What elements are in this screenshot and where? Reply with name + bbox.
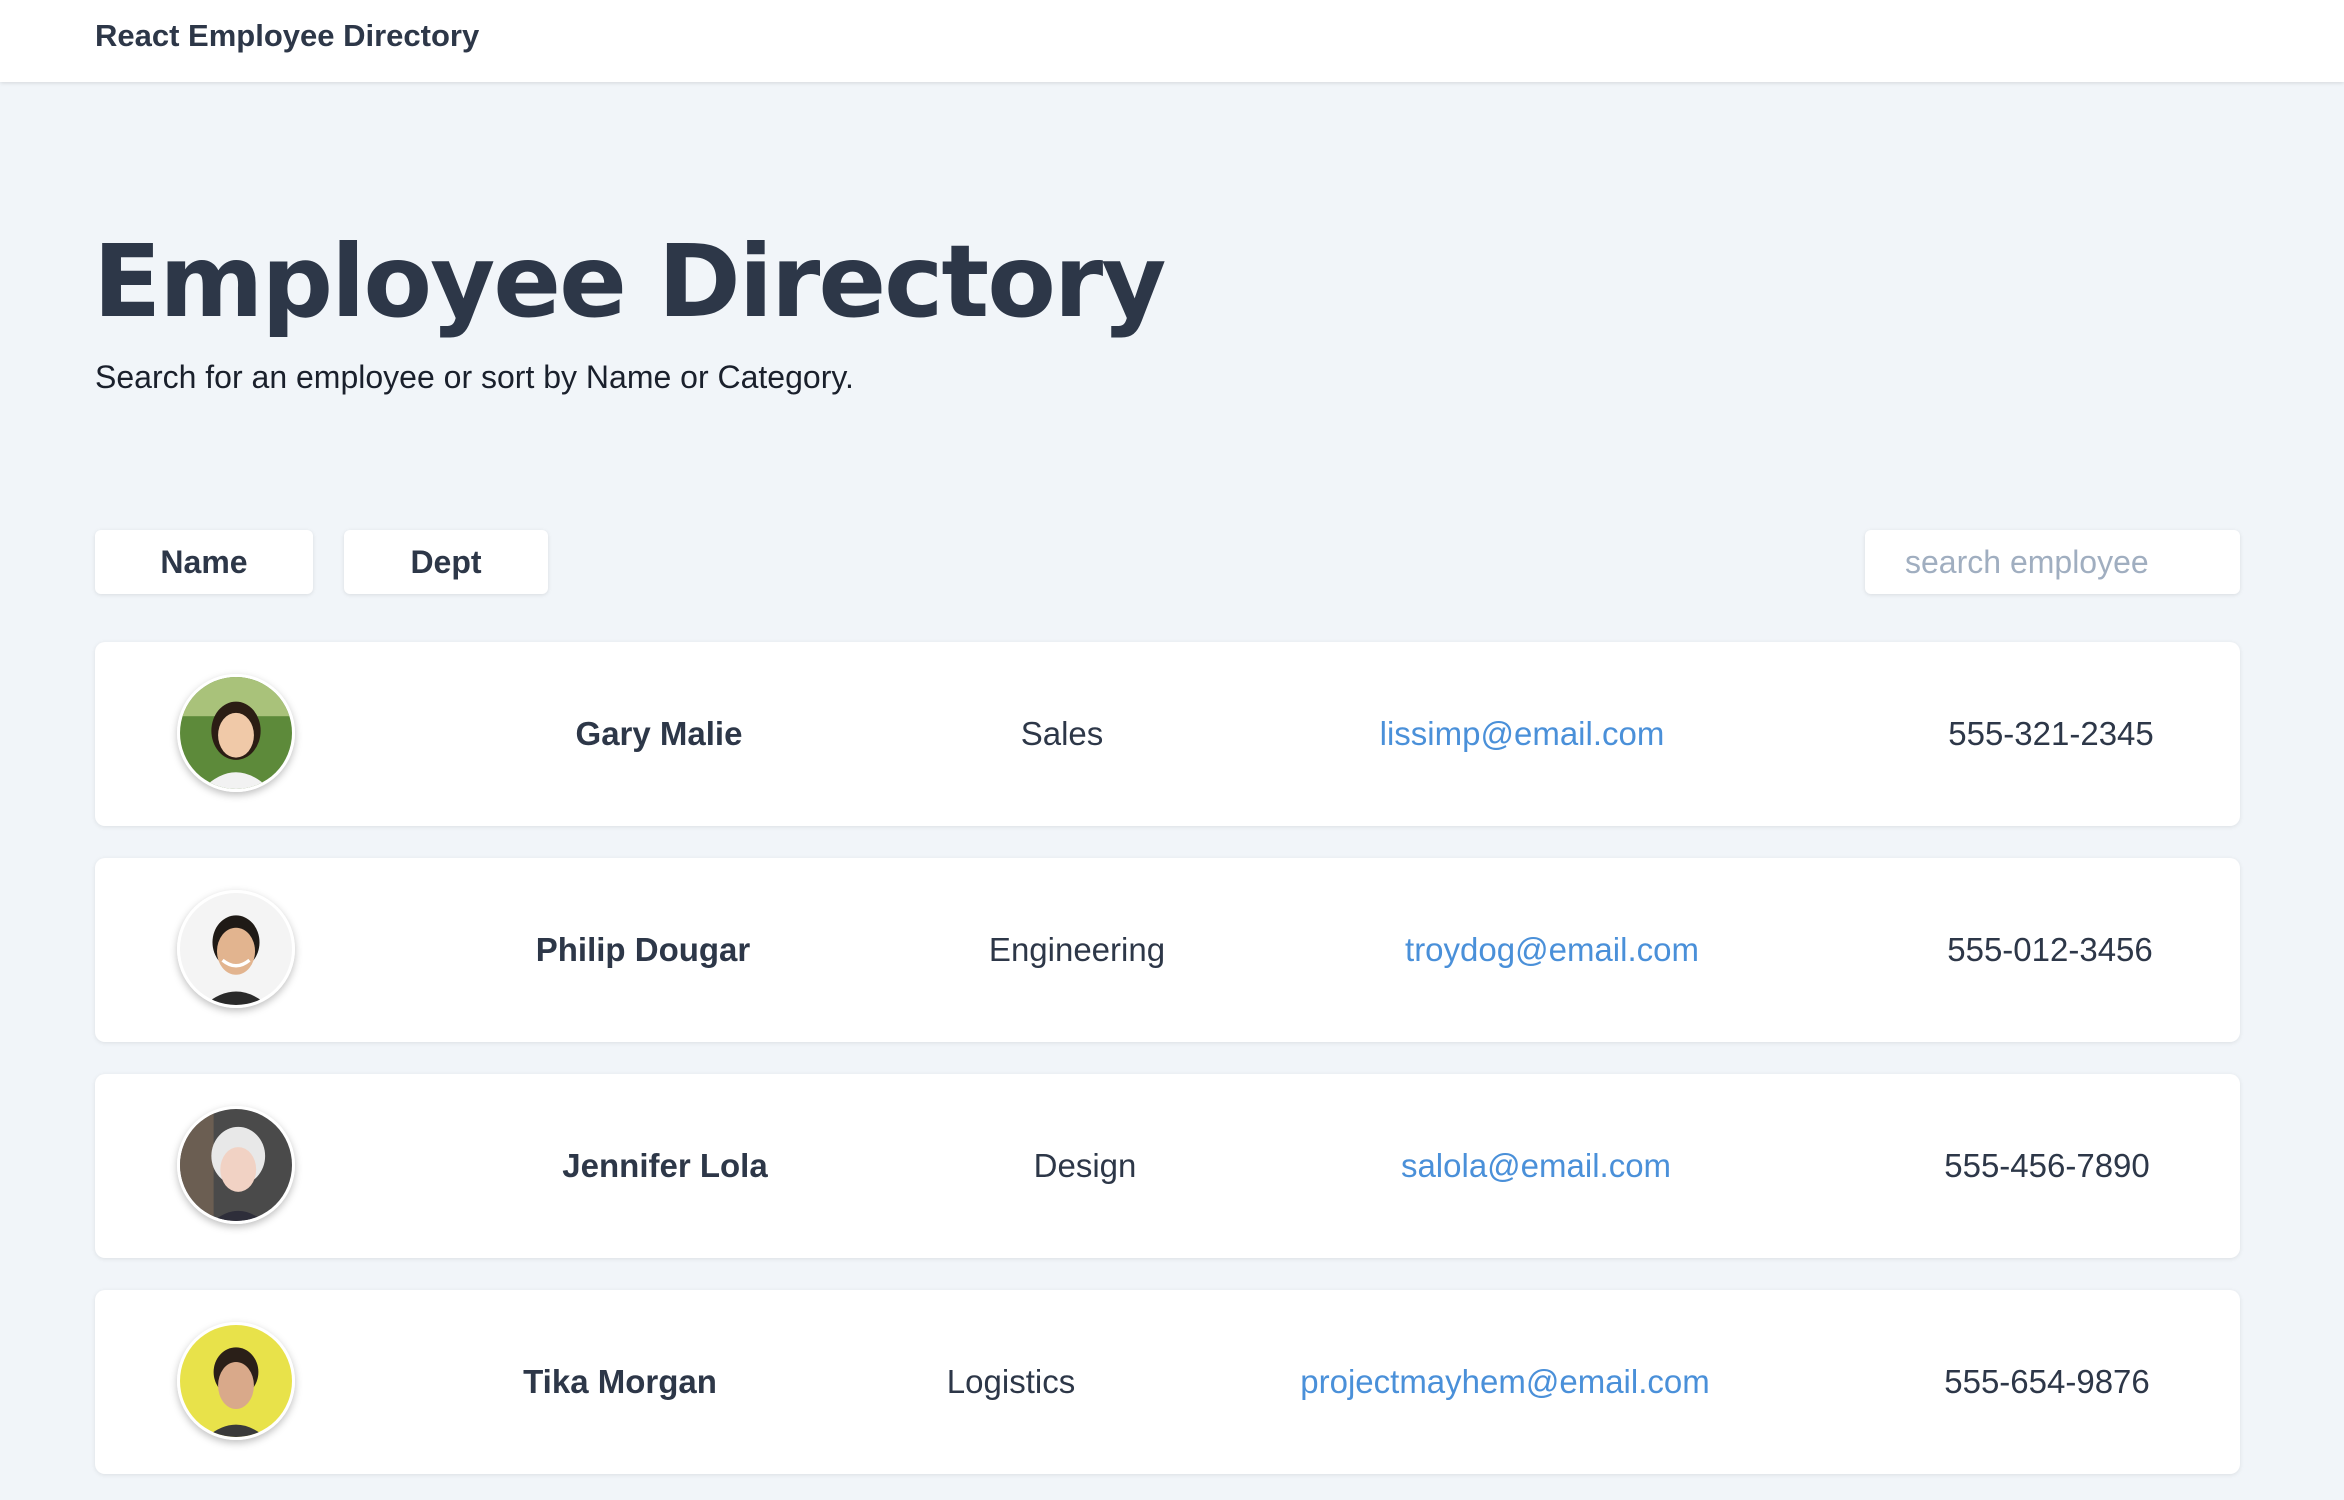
sort-by-name-button[interactable]: Name: [95, 530, 313, 594]
employee-phone: 555-012-3456: [1947, 931, 2153, 968]
employee-phone: 555-654-9876: [1944, 1363, 2150, 1400]
employee-email-link[interactable]: projectmayhem@email.com: [1300, 1290, 1709, 1474]
employee-name: Tika Morgan: [523, 1363, 717, 1400]
page-title: Employee Directory: [93, 223, 1166, 340]
employee-email-link[interactable]: lissimp@email.com: [1380, 642, 1665, 826]
employee-email-link[interactable]: troydog@email.com: [1405, 858, 1699, 1042]
employee-row: Jennifer Lola Design salola@email.com 55…: [95, 1074, 2240, 1258]
employee-row: Philip Dougar Engineering troydog@email.…: [95, 858, 2240, 1042]
employee-name: Gary Malie: [575, 715, 743, 752]
employee-name: Jennifer Lola: [562, 1147, 768, 1184]
employee-name: Philip Dougar: [535, 931, 751, 968]
sort-by-dept-button[interactable]: Dept: [344, 530, 548, 594]
employee-dept: Logistics: [946, 1363, 1076, 1400]
top-navbar: React Employee Directory: [0, 0, 2344, 82]
employee-row: Tika Morgan Logistics projectmayhem@emai…: [95, 1290, 2240, 1474]
search-input[interactable]: [1865, 530, 2240, 594]
employee-dept: Design: [1033, 1147, 1137, 1184]
employee-avatar: [177, 1322, 295, 1440]
employee-email-link[interactable]: salola@email.com: [1401, 1074, 1671, 1258]
employee-avatar: [177, 674, 295, 792]
brand-title[interactable]: React Employee Directory: [95, 18, 479, 54]
page-subtitle: Search for an employee or sort by Name o…: [95, 359, 854, 395]
employee-phone: 555-456-7890: [1944, 1147, 2150, 1184]
employee-row: Gary Malie Sales lissimp@email.com 555-3…: [95, 642, 2240, 826]
employee-dept: Engineering: [988, 931, 1166, 968]
employee-avatar: [177, 1106, 295, 1224]
employee-avatar: [177, 890, 295, 1008]
employee-phone: 555-321-2345: [1948, 715, 2154, 752]
employee-dept: Sales: [1020, 715, 1104, 752]
